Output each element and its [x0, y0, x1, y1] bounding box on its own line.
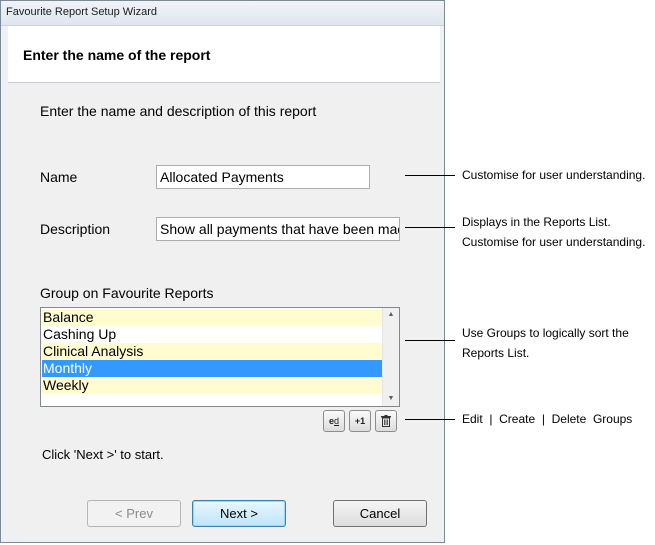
callout-line-name — [405, 175, 455, 176]
edit-group-button[interactable]: ed — [323, 410, 345, 432]
list-item-monthly[interactable]: Monthly — [42, 360, 384, 377]
prev-button[interactable]: < Prev — [87, 500, 181, 527]
callout-line-group-buttons — [405, 419, 455, 420]
wizard-header: Enter the name of the report — [8, 26, 440, 83]
wizard-body: Enter the name and description of this r… — [8, 83, 440, 538]
delete-group-button[interactable] — [375, 410, 397, 432]
description-input[interactable]: Show all payments that have been made — [156, 217, 400, 241]
list-item-cashing-up[interactable]: Cashing Up — [42, 326, 384, 343]
callout-line-description — [405, 227, 455, 228]
callout-name: Customise for user understanding. — [462, 168, 646, 182]
window-title: Favourite Report Setup Wizard — [6, 6, 158, 18]
create-group-button[interactable]: +1 — [349, 410, 371, 432]
callout-description-2: Customise for user understanding. — [462, 235, 646, 249]
hint-text: Click 'Next >' to start. — [42, 447, 164, 462]
group-list[interactable]: Balance Cashing Up Clinical Analysis Mon… — [40, 307, 400, 407]
list-item-balance[interactable]: Balance — [42, 309, 384, 326]
title-bar: Favourite Report Setup Wizard — [1, 1, 444, 26]
list-scrollbar[interactable]: ▲ ▼ — [382, 308, 399, 406]
callout-line-groups — [405, 340, 455, 341]
group-label: Group on Favourite Reports — [40, 285, 214, 301]
callout-description-1: Displays in the Reports List. — [462, 215, 611, 229]
callout-groups-1: Use Groups to logically sort the — [462, 326, 629, 340]
scroll-up-icon[interactable]: ▲ — [383, 308, 399, 322]
callout-groups-2: Reports List. — [462, 346, 530, 360]
name-input[interactable]: Allocated Payments — [156, 165, 370, 189]
wizard-window: Favourite Report Setup Wizard Enter the … — [0, 0, 445, 543]
description-label: Description — [40, 221, 111, 237]
next-button[interactable]: Next > — [192, 500, 286, 527]
trash-icon — [381, 415, 391, 427]
page-title: Enter the name of the report — [23, 47, 211, 63]
callout-group-buttons: Edit | Create | Delete Groups — [462, 412, 633, 426]
scroll-down-icon[interactable]: ▼ — [383, 392, 399, 406]
list-item-clinical-analysis[interactable]: Clinical Analysis — [42, 343, 384, 360]
intro-text: Enter the name and description of this r… — [40, 103, 317, 119]
list-item-weekly[interactable]: Weekly — [42, 377, 384, 394]
cancel-button[interactable]: Cancel — [333, 500, 427, 527]
name-label: Name — [40, 169, 78, 185]
add-icon: +1 — [354, 416, 366, 426]
